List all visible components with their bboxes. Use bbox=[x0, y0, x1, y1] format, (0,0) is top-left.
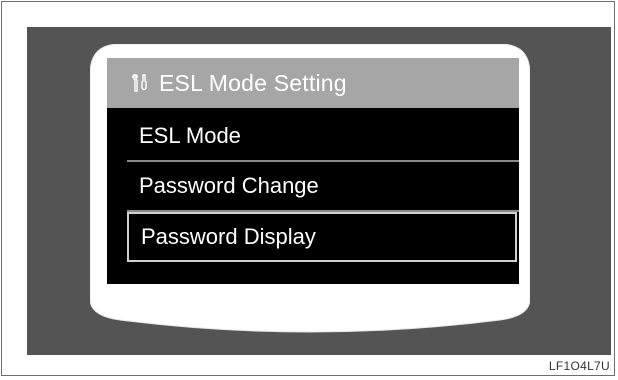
menu-item-label: ESL Mode bbox=[139, 123, 241, 148]
screen-title-bar: ESL Mode Setting bbox=[107, 58, 519, 108]
menu-item-esl-mode[interactable]: ESL Mode bbox=[127, 112, 519, 162]
menu-item-password-change[interactable]: Password Change bbox=[127, 162, 519, 212]
screen-title: ESL Mode Setting bbox=[159, 69, 347, 96]
menu-item-label: Password Display bbox=[141, 224, 316, 249]
menu-item-password-display[interactable]: Password Display bbox=[127, 212, 517, 262]
tools-icon bbox=[129, 72, 151, 94]
menu-list: ESL Mode Password Change Password Displa… bbox=[127, 112, 519, 262]
menu-item-label: Password Change bbox=[139, 173, 319, 198]
figure-code: LF1O4L7U bbox=[548, 359, 610, 373]
